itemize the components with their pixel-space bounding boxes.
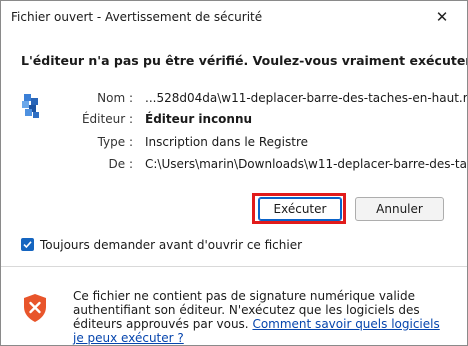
security-shield-icon xyxy=(24,294,46,322)
checkmark-icon xyxy=(23,241,32,249)
warning-question: L'éditeur n'a pas pu être vérifié. Voule… xyxy=(21,53,468,68)
from-value: C:\Users\marin\Downloads\w11-deplacer-ba… xyxy=(145,157,468,171)
from-label: De : xyxy=(108,157,133,171)
always-ask-label[interactable]: Toujours demander avant d'ouvrir ce fich… xyxy=(40,238,302,252)
publisher-label: Éditeur : xyxy=(81,112,133,126)
security-warning-dialog: Fichier ouvert - Avertissement de sécuri… xyxy=(0,0,468,346)
divider xyxy=(1,266,467,267)
name-label: Nom : xyxy=(97,91,133,105)
type-label: Type : xyxy=(97,135,133,149)
unsigned-file-warning: Ce fichier ne contient pas de signature … xyxy=(73,289,453,345)
type-value: Inscription dans le Registre xyxy=(145,135,308,149)
name-value: ...528d04da\w11-deplacer-barre-des-tache… xyxy=(145,91,468,105)
title-bar: Fichier ouvert - Avertissement de sécuri… xyxy=(1,1,467,35)
close-icon[interactable]: ✕ xyxy=(433,8,451,26)
cancel-button[interactable]: Annuler xyxy=(355,197,444,221)
always-ask-checkbox[interactable] xyxy=(21,238,34,251)
window-title: Fichier ouvert - Avertissement de sécuri… xyxy=(11,10,263,24)
run-button[interactable]: Exécuter xyxy=(258,197,342,221)
publisher-value: Éditeur inconnu xyxy=(145,112,253,126)
